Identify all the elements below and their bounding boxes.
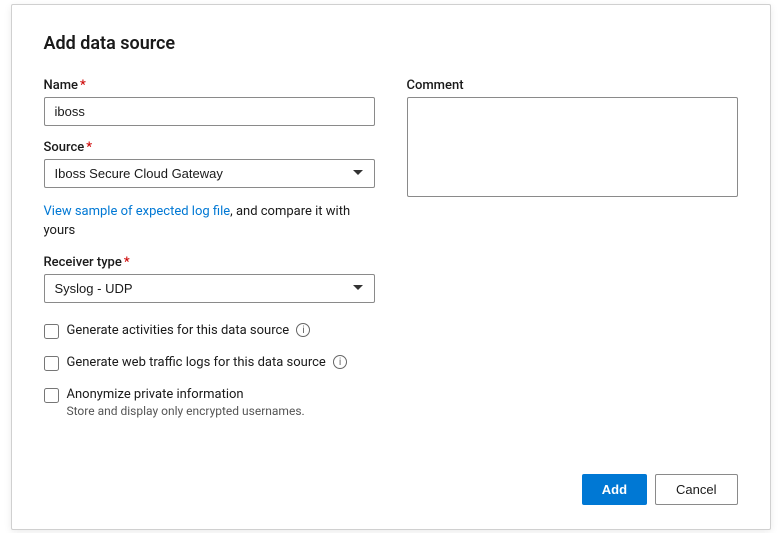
generate-web-traffic-label: Generate web traffic logs for this data … <box>67 355 326 370</box>
add-button[interactable]: Add <box>582 474 647 505</box>
checkbox-anonymize-group: Anonymize private information Store and … <box>44 387 375 418</box>
activities-info-icon: i <box>296 323 310 337</box>
receiver-type-group: Receiver type* Syslog - UDP Syslog - TCP… <box>44 255 375 303</box>
source-group: Source* Iboss Secure Cloud Gateway Other <box>44 140 375 188</box>
generate-web-traffic-checkbox[interactable] <box>44 356 59 371</box>
add-data-source-dialog: Add data source Name* Source* Iboss Secu… <box>11 4 771 530</box>
web-traffic-info-icon: i <box>333 355 347 369</box>
source-label: Source* <box>44 140 375 155</box>
anonymize-label: Anonymize private information <box>67 387 305 402</box>
form-left: Name* Source* Iboss Secure Cloud Gateway… <box>44 78 375 434</box>
dialog-footer: Add Cancel <box>44 458 738 505</box>
generate-activities-checkbox[interactable] <box>44 324 59 339</box>
sample-log-link[interactable]: View sample of expected log file <box>44 204 231 219</box>
receiver-type-select[interactable]: Syslog - UDP Syslog - TCP FTP <box>44 274 375 303</box>
form-right: Comment <box>407 78 738 434</box>
receiver-type-label: Receiver type* <box>44 255 375 270</box>
anonymize-sublabel: Store and display only encrypted usernam… <box>67 404 305 418</box>
name-label: Name* <box>44 78 375 93</box>
cancel-button[interactable]: Cancel <box>655 474 737 505</box>
anonymize-checkbox[interactable] <box>44 388 59 403</box>
comment-group: Comment <box>407 78 738 201</box>
form-layout: Name* Source* Iboss Secure Cloud Gateway… <box>44 78 738 434</box>
sample-log-section: View sample of expected log file, and co… <box>44 202 375 241</box>
generate-activities-label: Generate activities for this data source <box>67 323 290 338</box>
name-group: Name* <box>44 78 375 126</box>
source-select[interactable]: Iboss Secure Cloud Gateway Other <box>44 159 375 188</box>
comment-textarea[interactable] <box>407 97 738 197</box>
dialog-title: Add data source <box>44 33 738 54</box>
comment-label: Comment <box>407 78 738 93</box>
checkbox-activities-group: Generate activities for this data source… <box>44 323 375 339</box>
name-input[interactable] <box>44 97 375 126</box>
checkbox-web-traffic-group: Generate web traffic logs for this data … <box>44 355 375 371</box>
